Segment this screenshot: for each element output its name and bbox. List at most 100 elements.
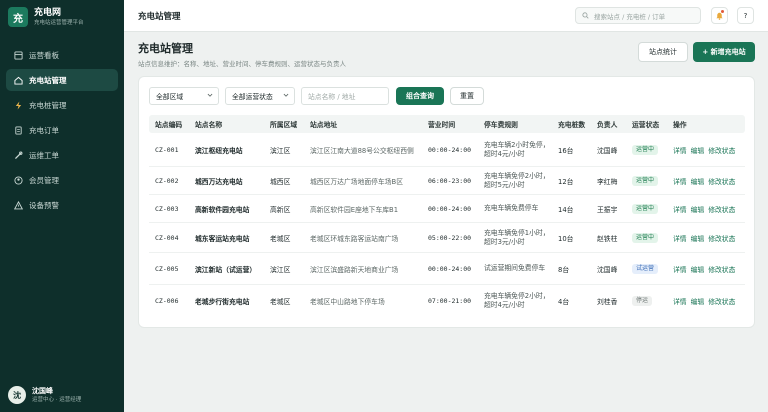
cell-code: CZ-005: [155, 264, 179, 273]
add-station-button[interactable]: + 新增充电站: [693, 42, 755, 62]
change-status-link[interactable]: 修改状态: [708, 266, 735, 274]
status-badge: 运营中: [632, 203, 659, 214]
sidebar-item-label: 设备预警: [29, 200, 59, 210]
table-row: CZ-001 滨江枢纽充电站 滨江区 滨江区江南大道88号公交枢纽西侧 00:0…: [149, 133, 745, 167]
header-hours: 营业时间: [428, 121, 456, 129]
status-select[interactable]: 全部运营状态: [225, 87, 295, 105]
cell-region: 老城区: [270, 234, 291, 243]
brand-logo: 充: [8, 7, 28, 27]
cell-owner: 沈国峰: [597, 265, 618, 274]
cell-code: CZ-002: [155, 176, 179, 185]
home-icon: [14, 76, 23, 85]
cell-owner: 李红梅: [597, 177, 618, 186]
page-title: 充电站管理: [138, 42, 193, 55]
sidebar-item-members[interactable]: 会员管理: [6, 169, 118, 191]
cell-owner: 王振宇: [597, 205, 618, 214]
keyword-input[interactable]: 站点名称 / 地址: [301, 87, 389, 105]
edit-link[interactable]: 编辑: [691, 206, 705, 214]
edit-link[interactable]: 编辑: [691, 178, 705, 186]
cell-piles: 16台: [558, 146, 574, 155]
edit-link[interactable]: 编辑: [691, 298, 705, 306]
detail-link[interactable]: 详情: [673, 266, 687, 274]
cell-region: 城西区: [270, 177, 291, 186]
detail-link[interactable]: 详情: [673, 298, 687, 306]
brand: 充 充电网 充电站运营管理平台: [0, 0, 124, 34]
cell-rule: 充电车辆免停2小时，超时5元/小时: [484, 171, 550, 189]
sidebar-item-workorders[interactable]: 运维工单: [6, 144, 118, 166]
sidebar-item-label: 会员管理: [29, 175, 59, 185]
change-status-link[interactable]: 修改状态: [708, 178, 735, 186]
cell-rule: 充电车辆2小时免停，超时4元/小时: [484, 140, 550, 158]
sidebar-item-piles[interactable]: 充电桩管理: [6, 94, 118, 116]
cell-address: 城西区万达广场地面停车场B区: [310, 177, 404, 186]
edit-link[interactable]: 编辑: [691, 147, 705, 155]
sidebar-item-dashboard[interactable]: 运营看板: [6, 44, 118, 66]
cell-rule: 试运营期间免费停车: [484, 264, 546, 272]
help-icon: ?: [743, 11, 748, 20]
change-status-link[interactable]: 修改状态: [708, 298, 735, 306]
cell-code: CZ-003: [155, 204, 179, 213]
station-stats-button[interactable]: 站点统计: [638, 42, 688, 62]
cell-code: CZ-004: [155, 233, 179, 242]
cell-region: 高新区: [270, 205, 291, 214]
change-status-link[interactable]: 修改状态: [708, 147, 735, 155]
global-search-input[interactable]: 搜索站点 / 充电桩 / 订单: [575, 7, 701, 24]
help-button[interactable]: ?: [737, 7, 754, 24]
cell-owner: 刘桂香: [597, 298, 618, 306]
cell-region: 滨江区: [270, 146, 291, 155]
status-badge: 停运: [632, 296, 653, 306]
sidebar-item-label: 充电桩管理: [29, 100, 67, 110]
sidebar: 充 充电网 充电站运营管理平台 运营看板 充电站管理 充电桩管理 充电订单 运维…: [0, 0, 124, 412]
sidebar-item-alerts[interactable]: 设备预警: [6, 194, 118, 216]
cell-hours: 00:00-24:00: [428, 264, 472, 273]
table-row: CZ-003 高新软件园充电站 高新区 高新区软件园E座地下车库B1 00:00…: [149, 195, 745, 223]
cell-region: 老城区: [270, 298, 291, 306]
sidebar-item-label: 运维工单: [29, 150, 59, 160]
cell-hours: 06:00-23:00: [428, 176, 472, 185]
cell-name: 城西万达充电站: [195, 177, 243, 186]
keyword-placeholder: 站点名称 / 地址: [308, 93, 356, 101]
cell-region: 滨江区: [270, 265, 291, 274]
sidebar-item-orders[interactable]: 充电订单: [6, 119, 118, 141]
change-status-link[interactable]: 修改状态: [708, 206, 735, 214]
sidebar-item-label: 运营看板: [29, 50, 59, 60]
status-badge: 试运营: [632, 263, 659, 274]
detail-link[interactable]: 详情: [673, 147, 687, 155]
change-status-link[interactable]: 修改状态: [708, 235, 735, 243]
chevron-down-icon: [207, 92, 213, 100]
sidebar-nav: 运营看板 充电站管理 充电桩管理 充电订单 运维工单 会员管理 设备预警: [0, 44, 124, 216]
status-select-value: 全部运营状态: [232, 93, 273, 101]
header-owner: 负责人: [597, 121, 618, 129]
notification-button[interactable]: [711, 7, 728, 24]
cell-owner: 沈国峰: [597, 146, 618, 155]
region-select[interactable]: 全部区域: [149, 87, 219, 105]
document-icon: [14, 125, 23, 135]
header-name: 站点名称: [195, 121, 223, 129]
cell-address: 高新区软件园E座地下车库B1: [310, 205, 399, 214]
status-badge: 运营中: [632, 144, 659, 155]
query-button[interactable]: 组合查询: [396, 87, 444, 105]
cell-code: CZ-006: [155, 297, 179, 305]
edit-link[interactable]: 编辑: [691, 235, 705, 243]
page-description: 站点信息维护：名称、地址、营业时间、停车费规则、运营状态与负责人: [138, 60, 346, 68]
page-header: 充电站管理 站点信息维护：名称、地址、营业时间、停车费规则、运营状态与负责人: [138, 42, 346, 68]
header-region: 所属区域: [270, 121, 298, 129]
detail-link[interactable]: 详情: [673, 206, 687, 214]
detail-link[interactable]: 详情: [673, 178, 687, 186]
reset-button[interactable]: 重置: [450, 87, 484, 105]
region-select-value: 全部区域: [156, 93, 184, 101]
cell-owner: 赵铁柱: [597, 234, 618, 243]
cell-rule: 充电车辆免停1小时，超时3元/小时: [484, 228, 550, 246]
detail-link[interactable]: 详情: [673, 235, 687, 243]
edit-link[interactable]: 编辑: [691, 266, 705, 274]
cell-address: 老城区环城东路客运站南广场: [310, 234, 399, 243]
wrench-icon: [14, 151, 23, 160]
cell-piles: 10台: [558, 234, 574, 243]
table-row: CZ-005 滨江新站（试运营） 滨江区 滨江区滨盛路新天地商业广场 00:00…: [149, 253, 745, 285]
cell-code: CZ-001: [155, 145, 179, 154]
header-code: 站点编码: [155, 121, 183, 129]
user-profile[interactable]: 沈 沈国峰 运营中心 · 运营经理: [8, 386, 81, 404]
cell-rule: 充电车辆免费停车: [484, 204, 539, 212]
chevron-down-icon: [283, 92, 289, 100]
sidebar-item-stations[interactable]: 充电站管理: [6, 69, 118, 91]
